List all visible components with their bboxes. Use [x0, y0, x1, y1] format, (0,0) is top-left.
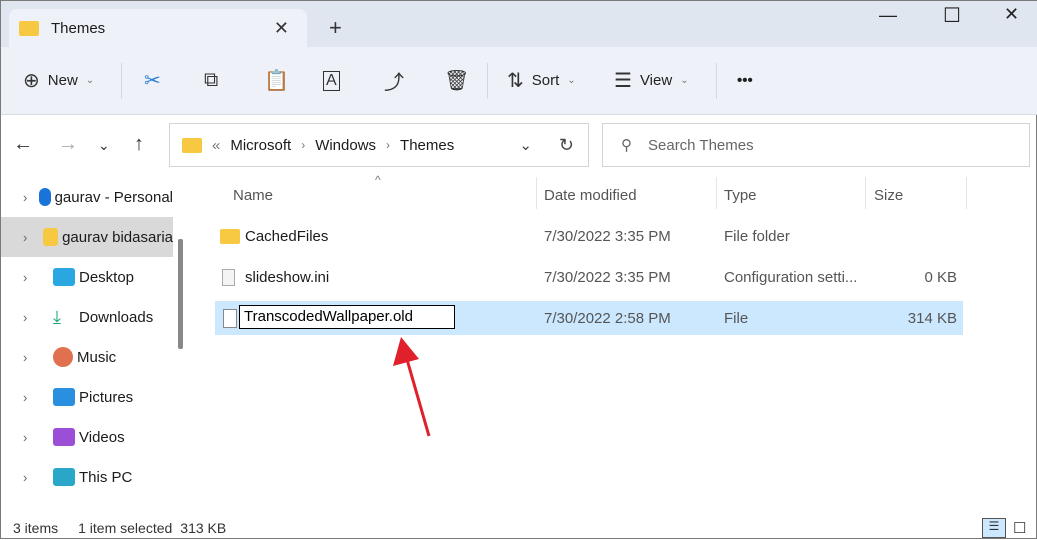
file-list: ^ Name Date modified Type Size CachedFil…: [191, 173, 1037, 515]
sidebar-item-label: gaurav bidasaria: [62, 228, 173, 246]
navigation-pane: › gaurav - Personal › gaurav bidasaria › De…: [1, 177, 173, 515]
cut-icon[interactable]: ✂: [144, 68, 161, 93]
new-tab-button[interactable]: +: [329, 15, 342, 41]
sidebar-item[interactable]: › Pictures: [1, 377, 173, 417]
sidebar-item-label: Downloads: [79, 308, 154, 326]
sidebar-item[interactable]: › gaurav bidasaria: [1, 217, 173, 257]
sidebar-item[interactable]: › Videos: [1, 417, 173, 457]
rename-icon[interactable]: A: [323, 70, 340, 91]
tiles-view-button[interactable]: ☐: [1013, 519, 1026, 537]
breadcrumb-windows[interactable]: Windows: [315, 137, 376, 154]
item-count: 3 items: [13, 519, 59, 536]
sidebar-item-label: Videos: [79, 428, 125, 446]
sort-icon: ⇅: [507, 70, 524, 92]
delete-icon[interactable]: 🗑: [444, 68, 469, 93]
breadcrumb-themes[interactable]: Themes: [400, 137, 454, 154]
sidebar-item-label: gaurav - Personal: [54, 188, 173, 206]
column-header-type[interactable]: Type: [724, 187, 757, 204]
sidebar-item[interactable]: › gaurav - Personal: [1, 177, 173, 217]
view-button[interactable]: ☰ View ⌄: [614, 68, 689, 93]
settings-file-icon: [222, 268, 235, 286]
more-options-button[interactable]: •••: [737, 72, 753, 89]
sort-button[interactable]: ⇅ Sort ⌄: [507, 68, 576, 93]
tab-title: Themes: [51, 19, 106, 37]
sort-ascending-icon: ^: [375, 173, 381, 187]
minimize-button[interactable]: —: [879, 5, 897, 26]
file-row[interactable]: slideshow.ini 7/30/2022 3:35 PM Configur…: [215, 260, 963, 294]
plus-circle-icon: ⊕: [23, 70, 40, 92]
column-header-size[interactable]: Size: [874, 187, 903, 204]
sidebar-item[interactable]: › Music: [1, 337, 173, 377]
file-date: 7/30/2022 3:35 PM: [544, 227, 671, 245]
folder-icon: [182, 137, 202, 153]
close-window-button[interactable]: ✕: [1004, 4, 1019, 25]
tab-themes[interactable]: Themes ✕: [9, 9, 307, 47]
sidebar-item[interactable]: › This PC: [1, 457, 173, 497]
folder-icon: [220, 228, 240, 244]
file-name: slideshow.ini: [245, 268, 330, 286]
search-input[interactable]: ⚲ Search Themes: [602, 123, 1030, 167]
red-arrow-annotation: [393, 337, 431, 437]
column-header-name[interactable]: Name: [233, 187, 273, 204]
title-bar: Themes ✕ + — ☐ ✕: [1, 1, 1037, 47]
command-bar: ⊕ New ⌄ ✂ ⧉ 📋 A ⤴ 🗑 ⇅ Sort ⌄ ☰ View ⌄ •••: [1, 47, 1037, 115]
sidebar-scrollbar[interactable]: [178, 239, 183, 349]
chevron-down-icon[interactable]: ⌄: [519, 136, 532, 154]
paste-icon[interactable]: 📋: [264, 68, 289, 93]
copy-icon[interactable]: ⧉: [204, 69, 218, 92]
new-button[interactable]: ⊕ New ⌄: [23, 68, 94, 93]
sidebar-item[interactable]: › Desktop: [1, 257, 173, 297]
sidebar-item-label: Music: [77, 348, 117, 366]
sort-label: Sort: [531, 72, 560, 89]
selection-count: 1 item selected: [78, 519, 173, 536]
up-button[interactable]: ↑: [134, 133, 144, 156]
view-icon: ☰: [614, 70, 632, 92]
back-button[interactable]: ←: [13, 133, 33, 156]
refresh-icon[interactable]: ↻: [559, 135, 574, 156]
sidebar-item[interactable]: › ⤓ Downloads: [1, 297, 173, 337]
maximize-button[interactable]: ☐: [943, 3, 961, 28]
recent-dropdown[interactable]: ⌄: [98, 137, 110, 154]
file-icon: [223, 308, 237, 328]
breadcrumb-microsoft[interactable]: Microsoft: [230, 137, 291, 154]
file-type: File folder: [724, 227, 790, 245]
file-size: 0 KB: [924, 268, 957, 286]
address-bar[interactable]: « Microsoft › Windows › Themes ⌄ ↻: [169, 123, 589, 167]
file-type: Configuration setti...: [724, 268, 858, 286]
status-bar: 3 items 1 item selected 313 KB ☰ ☐: [1, 515, 1037, 540]
search-icon: ⚲: [621, 137, 632, 154]
file-size: 314 KB: [907, 309, 957, 327]
selection-size: 313 KB: [180, 519, 227, 536]
file-type: File: [724, 309, 749, 327]
file-date: 7/30/2022 2:58 PM: [544, 309, 671, 327]
search-placeholder: Search Themes: [648, 136, 754, 154]
file-name: CachedFiles: [245, 227, 329, 245]
sidebar-item-label: This PC: [79, 468, 133, 486]
file-row[interactable]: CachedFiles 7/30/2022 3:35 PM File folde…: [215, 219, 963, 253]
details-view-button[interactable]: ☰: [982, 517, 1006, 538]
share-icon[interactable]: ⤴: [384, 66, 404, 95]
forward-button[interactable]: →: [58, 133, 78, 156]
folder-icon: [19, 20, 39, 36]
rename-input[interactable]: TranscodedWallpaper.old: [239, 305, 455, 329]
sidebar-item-label: Pictures: [79, 388, 134, 406]
file-date: 7/30/2022 3:35 PM: [544, 268, 671, 286]
sidebar-item-label: Desktop: [79, 268, 135, 286]
view-label: View: [639, 72, 673, 89]
close-tab-icon[interactable]: ✕: [274, 18, 289, 39]
new-label: New: [47, 72, 78, 89]
column-header-date[interactable]: Date modified: [544, 187, 637, 204]
